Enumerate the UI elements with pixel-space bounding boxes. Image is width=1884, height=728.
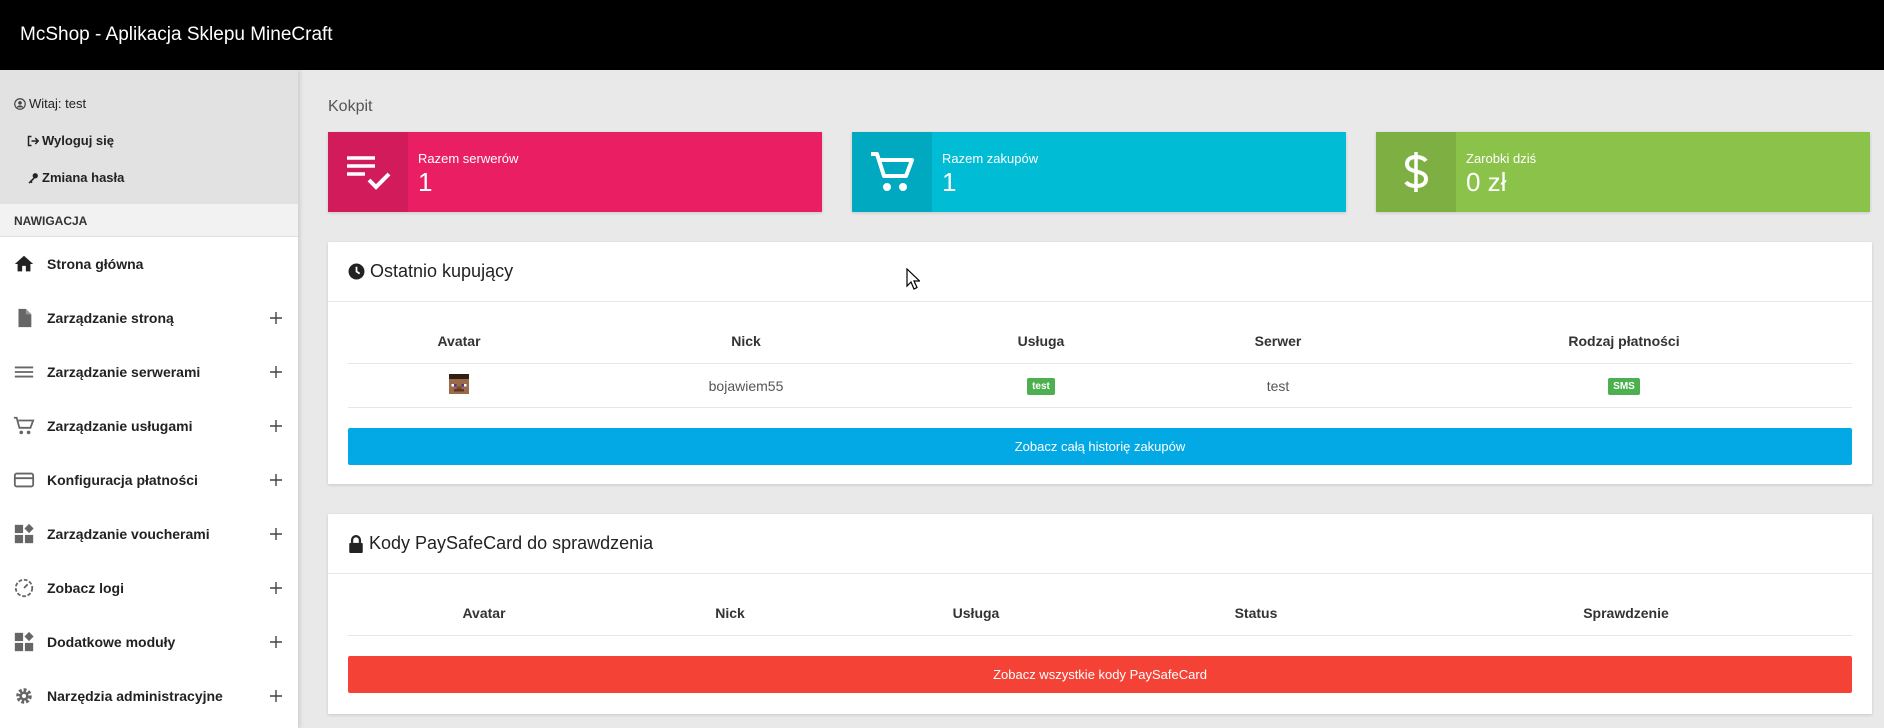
gauge-icon (12, 576, 36, 600)
cart-icon (12, 414, 36, 438)
player-avatar (449, 374, 469, 394)
column-header: Sprawdzenie (1583, 605, 1669, 621)
nav-item-payment-config[interactable]: Konfiguracja płatności (0, 453, 298, 507)
column-header: Avatar (462, 605, 506, 621)
plus-icon[interactable] (270, 582, 282, 594)
payment-badge: SMS (1608, 378, 1640, 395)
plus-icon[interactable] (270, 420, 282, 432)
nav-label: Dodatkowe moduły (47, 634, 176, 650)
column-header: Status (1234, 605, 1278, 621)
logout-link[interactable]: Wyloguj się (27, 133, 114, 148)
nav-item-server-management[interactable]: Zarządzanie serwerami (0, 345, 298, 399)
column-header: Nick (715, 605, 745, 621)
plus-icon[interactable] (270, 474, 282, 486)
lock-icon (349, 534, 363, 553)
credit-card-icon (12, 468, 36, 492)
stat-purchases: Razem zakupów 1 (852, 132, 1346, 212)
sidebar: Witaj: test Wyloguj się Zmiana hasła NAW… (0, 70, 298, 728)
stat-value: 1 (942, 167, 957, 197)
column-header: Rodzaj płatności (1568, 333, 1680, 349)
key-icon (28, 172, 38, 184)
column-header: Usługa (1017, 333, 1065, 349)
nav-item-page-management[interactable]: Zarządzanie stroną (0, 291, 298, 345)
welcome-text: Witaj: test (14, 96, 86, 111)
plus-icon[interactable] (270, 366, 282, 378)
widgets-icon (12, 522, 36, 546)
plus-icon[interactable] (270, 528, 282, 540)
stat-label: Razem zakupów (942, 151, 1039, 166)
sign-out-icon (27, 135, 39, 146)
card-title: Ostatnio kupujący (370, 261, 514, 281)
nav-label: Zarządzanie usługami (47, 418, 193, 434)
menu-lines-icon (12, 360, 36, 384)
stat-label: Razem serwerów (418, 151, 519, 166)
paysafecard-card: Kody PaySafeCard do sprawdzenia Avatar N… (328, 514, 1872, 714)
top-bar: McShop - Aplikacja Sklepu MineCraft (0, 0, 1884, 70)
card-header: Ostatnio kupujący (328, 242, 1872, 302)
plus-icon[interactable] (270, 690, 282, 702)
app-title[interactable]: McShop - Aplikacja Sklepu MineCraft (20, 24, 333, 46)
table-row: bojawiem55 test test SMS (348, 364, 1852, 408)
nav-label: Strona główna (47, 256, 144, 272)
nav-item-logs[interactable]: Zobacz logi (0, 561, 298, 615)
gear-icon (12, 684, 36, 708)
document-icon (12, 306, 36, 330)
nav-label: Zarządzanie voucherami (47, 526, 210, 542)
card-title: Kody PaySafeCard do sprawdzenia (369, 533, 654, 553)
nav-label: Zarządzanie stroną (47, 310, 174, 326)
cart-icon (852, 132, 932, 212)
nav-item-admin-tools[interactable]: Narzędzia administracyjne (0, 669, 298, 723)
plus-icon[interactable] (270, 636, 282, 648)
playlist-check-icon (328, 132, 408, 212)
view-all-paysafecard-button[interactable]: Zobacz wszystkie kody PaySafeCard (348, 656, 1852, 693)
card-header: Kody PaySafeCard do sprawdzenia (328, 514, 1872, 574)
mouse-cursor-icon (906, 268, 920, 290)
nav-label: Konfiguracja płatności (47, 472, 198, 488)
stat-value: 1 (418, 167, 433, 197)
change-password-link[interactable]: Zmiana hasła (27, 170, 124, 185)
service-badge: test (1027, 378, 1055, 395)
nav-item-home[interactable]: Strona główna (0, 237, 298, 291)
recent-buyers-card: Ostatnio kupujący Avatar Nick Usługa Ser… (328, 242, 1872, 484)
table-header: Avatar Nick Usługa Status Sprawdzenie (348, 574, 1852, 636)
stat-label: Zarobki dziś (1466, 151, 1537, 166)
stat-value: 0 zł (1466, 167, 1507, 197)
dollar-icon (1376, 132, 1456, 212)
breadcrumb: Kokpit (328, 98, 373, 115)
home-icon (12, 252, 36, 276)
server-cell: test (1266, 377, 1290, 394)
nav-item-voucher-management[interactable]: Zarządzanie voucherami (0, 507, 298, 561)
column-header: Avatar (437, 333, 481, 349)
table-header: Avatar Nick Usługa Serwer Rodzaj płatnoś… (348, 302, 1852, 364)
column-header: Serwer (1254, 333, 1302, 349)
column-header: Nick (731, 333, 761, 349)
stat-servers: Razem serwerów 1 (328, 132, 822, 212)
nav-item-service-management[interactable]: Zarządzanie usługami (0, 399, 298, 453)
user-panel: Witaj: test Wyloguj się Zmiana hasła (0, 70, 298, 203)
nick-cell: bojawiem55 (708, 377, 784, 394)
widgets-icon (12, 630, 36, 654)
clock-icon (348, 263, 365, 280)
nav-label: Narzędzia administracyjne (47, 688, 223, 704)
nav-header: NAWIGACJA (0, 203, 298, 237)
plus-icon[interactable] (270, 312, 282, 324)
view-purchase-history-button[interactable]: Zobacz całą historię zakupów (348, 428, 1852, 465)
nav-label: Zobacz logi (47, 580, 124, 596)
nav-item-extra-modules[interactable]: Dodatkowe moduły (0, 615, 298, 669)
nav-label: Zarządzanie serwerami (47, 364, 201, 380)
user-circle-icon (14, 97, 26, 110)
stat-earnings-today: Zarobki dziś 0 zł (1376, 132, 1870, 212)
column-header: Usługa (952, 605, 1000, 621)
